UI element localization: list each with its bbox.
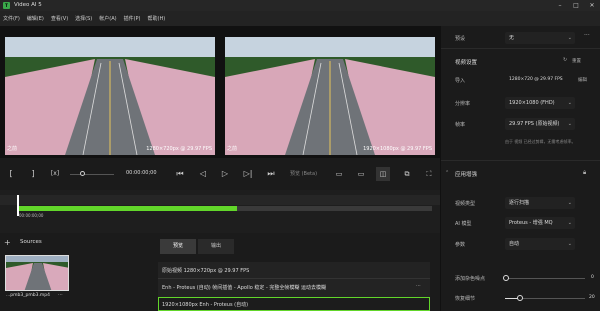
clip-more-icon[interactable]: ··· bbox=[58, 292, 63, 298]
video-settings-title: 视频设置 bbox=[455, 60, 478, 66]
divider bbox=[158, 278, 430, 279]
params-value: 自动 bbox=[509, 241, 520, 247]
enhance-info: Enh - Proteus (自动) 帧间插值 - Apollo 稳定 - 完整… bbox=[162, 285, 326, 291]
reset-icon: ↻ bbox=[563, 57, 568, 63]
play-icon[interactable]: ▷ bbox=[218, 167, 232, 181]
skip-end-icon[interactable]: ⏭ bbox=[264, 167, 278, 181]
chevron-down-icon: ⌄ bbox=[567, 35, 572, 41]
maximize-icon[interactable]: □ bbox=[568, 0, 584, 11]
app-logo-icon: T bbox=[3, 2, 10, 9]
preview-before-label: 之前 bbox=[7, 146, 18, 152]
preset-value: 无 bbox=[509, 35, 515, 41]
divider bbox=[441, 160, 600, 161]
zoom-slider[interactable] bbox=[70, 174, 114, 175]
original-resolution: 1280×720px @ 29.97 FPS bbox=[146, 146, 212, 152]
reset-button[interactable]: 重置 bbox=[572, 58, 581, 64]
chevron-down-icon: ⌄ bbox=[567, 200, 572, 206]
menu-account[interactable]: 帐户(A) bbox=[99, 15, 116, 22]
mark-out-icon[interactable]: ] bbox=[26, 167, 40, 181]
video-type-label: 视频类型 bbox=[455, 201, 476, 207]
fps-note: 由于 视频 已经过剪辑，无需考虑帧率。 bbox=[505, 139, 576, 144]
chevron-down-icon: ⌄ bbox=[567, 220, 572, 226]
detail-slider-knob[interactable] bbox=[517, 295, 523, 301]
chevron-down-icon: ⌄ bbox=[567, 241, 572, 247]
compare-icon[interactable]: ⧉ bbox=[400, 167, 414, 181]
fps-label: 帧率 bbox=[455, 122, 466, 128]
timeline-ruler[interactable] bbox=[0, 195, 440, 205]
menu-file[interactable]: 文件(F) bbox=[3, 15, 20, 22]
step-forward-icon[interactable]: ▷| bbox=[241, 167, 255, 181]
skip-start-icon[interactable]: ⏮ bbox=[173, 167, 187, 181]
zoom-slider-knob[interactable] bbox=[80, 171, 85, 176]
minimize-icon[interactable]: – bbox=[552, 0, 568, 11]
video-type-dropdown[interactable]: 逐行扫描 ⌄ bbox=[505, 197, 575, 209]
timecode: 00:00:00;00 bbox=[126, 170, 157, 176]
menu-plugins[interactable]: 插件(P) bbox=[124, 15, 141, 22]
params-label: 参数 bbox=[455, 242, 466, 248]
original-preview[interactable]: 之前 1280×720px @ 29.97 FPS bbox=[5, 37, 215, 155]
noise-value: 0 bbox=[591, 275, 594, 280]
input-label: 导入 bbox=[455, 78, 466, 84]
menu-select[interactable]: 选择(S) bbox=[75, 15, 92, 22]
divider bbox=[441, 48, 600, 49]
edit-button[interactable]: 编辑 bbox=[578, 77, 587, 83]
tab-preview[interactable]: 预览 bbox=[160, 239, 196, 254]
noise-slider-knob[interactable] bbox=[503, 275, 509, 281]
fullscreen-icon[interactable]: ⛶ bbox=[422, 167, 436, 181]
preview-mode-dropdown[interactable]: 预览 (Beta) bbox=[290, 170, 317, 177]
detail-label: 恢复细节 bbox=[455, 296, 476, 302]
clip-name: ...pmb3_pmb3.mp4 bbox=[6, 293, 50, 298]
settings-panel bbox=[440, 26, 600, 311]
fps-dropdown[interactable]: 29.97 FPS (原始视频) ⌄ bbox=[505, 118, 575, 130]
sources-title: Sources bbox=[20, 239, 42, 245]
lock-icon[interactable]: 🔒︎ bbox=[583, 169, 586, 177]
detail-value: 20 bbox=[589, 295, 595, 300]
ai-model-value: Proteus - 增强 MQ bbox=[509, 220, 553, 226]
output-resolution: 1920×1080px @ 29.97 FPS bbox=[363, 146, 432, 152]
output-info: 原始视频 1280×720px @ 29.97 FPS Enh - Proteu… bbox=[158, 262, 430, 311]
step-back-icon[interactable]: ◁ bbox=[196, 167, 210, 181]
timeline-time: 00:00:00;00 bbox=[19, 213, 44, 218]
side-view-icon[interactable]: ▭ bbox=[354, 167, 368, 181]
split-view-icon[interactable]: ◫ bbox=[376, 167, 390, 181]
output-tabs: 预览 输出 bbox=[160, 239, 430, 255]
preset-more-icon[interactable]: ··· bbox=[584, 32, 590, 39]
single-view-icon[interactable]: ▭ bbox=[332, 167, 346, 181]
resolution-value: 1920×1080 (FHD) bbox=[509, 100, 555, 106]
original-info: 原始视频 1280×720px @ 29.97 FPS bbox=[162, 268, 250, 274]
chevron-down-icon: ⌄ bbox=[567, 100, 572, 106]
enhance-title: 应用增强 bbox=[455, 172, 478, 178]
noise-label: 添加杂色噪点 bbox=[455, 276, 486, 282]
resolution-label: 分辨率 bbox=[455, 101, 471, 107]
preset-label: 预设 bbox=[455, 36, 466, 42]
chevron-down-icon: ⌄ bbox=[567, 121, 572, 127]
params-dropdown[interactable]: 自动 ⌄ bbox=[505, 238, 575, 250]
video-type-value: 逐行扫描 bbox=[509, 200, 530, 206]
ai-model-label: AI 模型 bbox=[455, 221, 472, 227]
preview-after-label: 之前 bbox=[227, 146, 238, 152]
mark-in-icon[interactable]: [ bbox=[4, 167, 18, 181]
export-info: 1920×1080px Enh - Proteus (自动) bbox=[162, 302, 249, 308]
clip-thumbnail[interactable] bbox=[5, 255, 69, 291]
timeline-progress bbox=[18, 206, 238, 211]
enhanced-preview[interactable]: 之前 1920×1080px @ 29.97 FPS bbox=[225, 37, 435, 155]
trim-icon[interactable]: [x] bbox=[48, 167, 62, 181]
add-source-icon[interactable]: + bbox=[4, 238, 11, 247]
tab-output[interactable]: 输出 bbox=[198, 239, 234, 254]
resolution-dropdown[interactable]: 1920×1080 (FHD) ⌄ bbox=[505, 97, 575, 109]
info-more-icon[interactable]: ··· bbox=[416, 283, 421, 289]
menu-edit[interactable]: 编辑(E) bbox=[27, 15, 44, 22]
menu-view[interactable]: 查看(V) bbox=[51, 15, 68, 22]
menu-bar: 文件(F) 编辑(E) 查看(V) 选择(S) 帐户(A) 插件(P) 帮助(H… bbox=[0, 11, 600, 26]
preset-dropdown[interactable]: 无 ⌄ bbox=[505, 32, 575, 44]
ai-model-dropdown[interactable]: Proteus - 增强 MQ ⌄ bbox=[505, 217, 575, 229]
collapse-icon[interactable]: ⌃ bbox=[445, 170, 449, 176]
noise-slider[interactable] bbox=[505, 278, 585, 279]
app-title: Video AI 5 bbox=[14, 2, 42, 8]
menu-help[interactable]: 帮助(H) bbox=[148, 15, 166, 22]
input-value: 1280×720 @ 29.97 FPS bbox=[509, 77, 563, 82]
close-icon[interactable]: ✕ bbox=[584, 0, 600, 11]
title-bar bbox=[0, 0, 600, 11]
fps-value: 29.97 FPS (原始视频) bbox=[509, 121, 560, 127]
